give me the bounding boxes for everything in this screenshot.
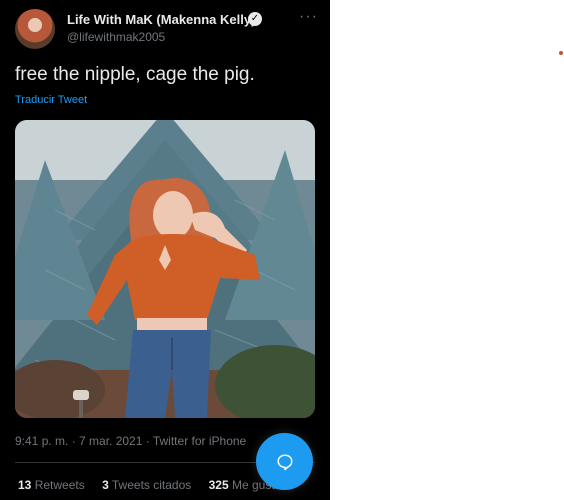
tweet-photo[interactable] <box>15 120 315 418</box>
translate-link[interactable]: Traducir Tweet <box>15 94 87 106</box>
verified-icon: ✓ <box>248 12 262 26</box>
stray-dot <box>559 51 563 55</box>
more-options-icon[interactable]: ··· <box>299 8 318 26</box>
likes-count: 325 <box>208 478 229 492</box>
quotes-stat[interactable]: 3 Tweets citados <box>102 478 191 492</box>
tweet-timestamp[interactable]: 9:41 p. m. · 7 mar. 2021 · Twitter for i… <box>15 434 246 448</box>
compose-reply-button[interactable] <box>256 433 313 490</box>
reply-bubble-icon <box>277 454 292 470</box>
retweets-count: 13 <box>18 478 32 492</box>
display-name[interactable]: Life With MaK (Makenna Kelly) <box>67 12 255 27</box>
tweet-panel: Life With MaK (Makenna Kelly) ✓ @lifewit… <box>0 0 330 500</box>
tweet-text: free the nipple, cage the pig. <box>15 64 255 85</box>
avatar[interactable] <box>15 9 55 49</box>
quotes-label: Tweets citados <box>111 478 192 492</box>
quotes-count: 3 <box>102 478 109 492</box>
engagement-stats: 13 Retweets 3 Tweets citados 325 Me gust… <box>18 478 295 492</box>
retweets-label: Retweets <box>34 478 85 492</box>
retweets-stat[interactable]: 13 Retweets <box>18 478 85 492</box>
handle[interactable]: @lifewithmak2005 <box>67 30 165 44</box>
